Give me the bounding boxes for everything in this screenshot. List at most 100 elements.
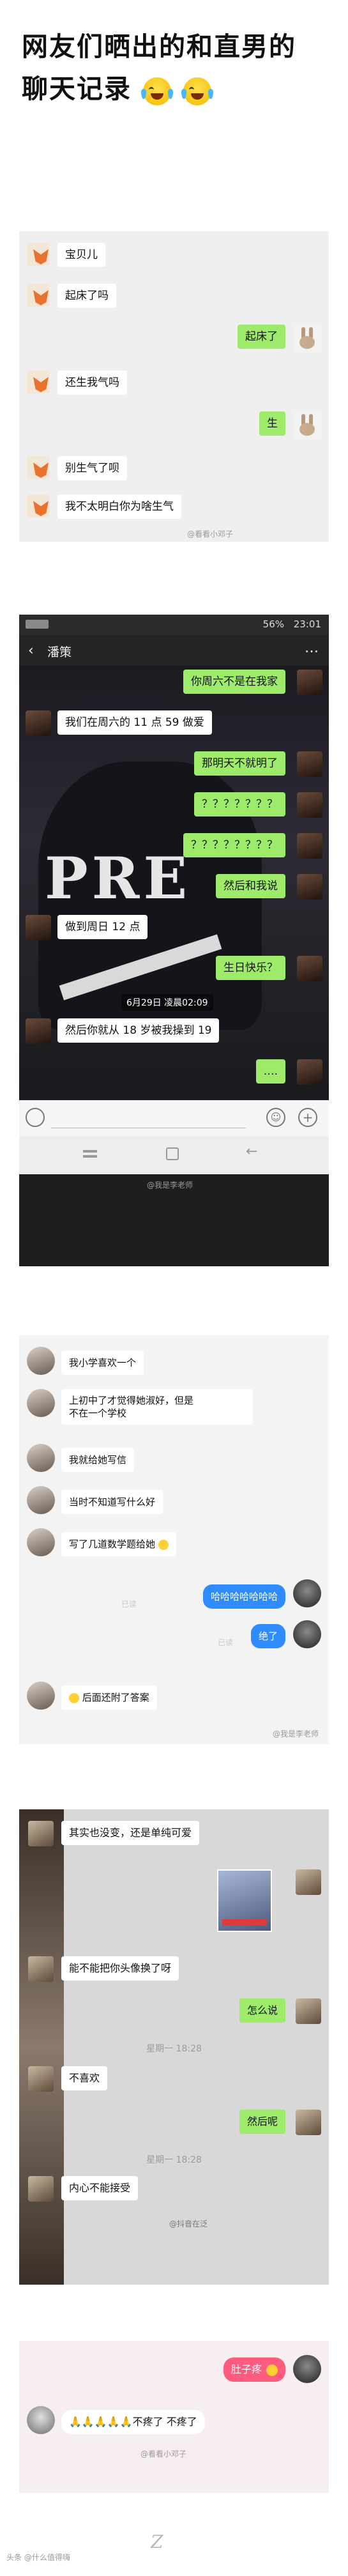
add-icon[interactable]: +: [298, 1108, 317, 1127]
message-bubble[interactable]: 你周六不是在我家: [183, 670, 285, 694]
message-bubble[interactable]: 然后你就从 18 岁被我操到 19: [57, 1018, 220, 1043]
message-bubble[interactable]: 做到周日 12 点: [57, 915, 148, 939]
avatar[interactable]: [296, 2110, 321, 2135]
avatar[interactable]: [297, 751, 322, 777]
avatar[interactable]: [28, 1956, 54, 1982]
headline: 网友们晒出的和直男的 聊天记录: [22, 26, 328, 110]
navigation-bar: ←: [19, 1136, 329, 1174]
avatar[interactable]: [27, 1444, 55, 1472]
emoji-icon[interactable]: ☺: [266, 1108, 285, 1127]
avatar[interactable]: [28, 1821, 54, 1846]
avatar[interactable]: [27, 1682, 55, 1710]
message-text: 写了几道数学题给她: [69, 1538, 156, 1550]
avatar[interactable]: [27, 1389, 55, 1417]
avatar[interactable]: [26, 1018, 51, 1044]
avatar[interactable]: [296, 1869, 321, 1895]
sad-emoji-icon: [266, 2364, 278, 2376]
watermark: @看看小邓子: [186, 530, 233, 539]
avatar[interactable]: [27, 1486, 55, 1514]
avatar[interactable]: [27, 371, 50, 394]
avatar[interactable]: [297, 874, 322, 900]
time-label: 星期一 18:28: [146, 2155, 202, 2165]
avatar[interactable]: [297, 833, 322, 859]
message-bubble[interactable]: 写了几道数学题给她: [61, 1532, 176, 1556]
message-bubble[interactable]: 后面还附了答案: [61, 1685, 157, 1710]
avatar[interactable]: [28, 2066, 54, 2092]
read-label: 已读: [217, 1638, 233, 1647]
message-bubble[interactable]: 生日快乐？: [216, 956, 285, 980]
avatar[interactable]: [293, 411, 321, 440]
back-nav-icon[interactable]: ←: [246, 1144, 257, 1160]
message-bubble[interactable]: 能不能把你头像换了呀: [61, 1956, 179, 1981]
message-bubble[interactable]: 绝了: [250, 1624, 285, 1648]
message-bubble[interactable]: 我们在周六的 11 点 59 做爱: [57, 710, 212, 735]
chat-panel-3: 我小学喜欢一个 上初中了才觉得她淑好，但是 不在一个学校 我就给她写信 当时不知…: [19, 1335, 329, 1744]
home-nav-icon[interactable]: [166, 1147, 179, 1160]
message-bubble[interactable]: 别生气了呗: [57, 456, 127, 480]
message-bubble[interactable]: 然后和我说: [216, 874, 285, 898]
message-bubble[interactable]: 我不太明白你为啥生气: [57, 494, 181, 519]
avatar[interactable]: [297, 670, 322, 695]
watermark: @抖音在泛: [169, 2220, 208, 2228]
avatar[interactable]: [26, 915, 51, 940]
message-bubble[interactable]: 还生我气吗: [57, 371, 127, 395]
message-text: 后面还附了答案: [82, 1692, 149, 1703]
avatar[interactable]: [27, 494, 50, 518]
avatar[interactable]: [293, 325, 321, 353]
message-bubble[interactable]: 其实也没变，还是单纯可爱: [61, 1821, 200, 1845]
timestamp: 6月29日 凌晨02:09: [121, 994, 213, 1011]
message-bubble[interactable]: 那明天不就明了: [194, 751, 285, 776]
status-bar: 56% 23:01: [19, 615, 329, 635]
signal-icon: [26, 620, 49, 629]
voice-icon[interactable]: [26, 1108, 45, 1127]
avatar[interactable]: [27, 1528, 55, 1556]
watermark: @我是李老师: [272, 1729, 319, 1738]
avatar[interactable]: [293, 2355, 321, 2383]
avatar[interactable]: [297, 792, 322, 818]
message-bubble[interactable]: 哈哈哈哈哈哈哈: [202, 1584, 285, 1609]
message-bubble[interactable]: 怎么说: [239, 1998, 285, 2023]
message-bubble[interactable]: ？？？？？？？: [194, 792, 285, 816]
menu-nav-icon[interactable]: [83, 1150, 97, 1153]
smile-emoji-icon: [69, 1692, 79, 1703]
shared-photo[interactable]: [217, 1869, 272, 1932]
wallpaper-lettering: PRE: [45, 845, 192, 912]
avatar[interactable]: [27, 243, 50, 266]
watermark: @看看小邓子: [140, 2450, 187, 2458]
avatar[interactable]: [27, 1347, 55, 1375]
message-bubble[interactable]: 我就给她写信: [61, 1448, 135, 1472]
message-bubble[interactable]: 内心不能接受: [61, 2176, 139, 2200]
chat-panel-4: 其实也没变，还是单纯可爱 能不能把你头像换了呀 怎么说 星期一 18:28 不喜…: [19, 1809, 329, 2285]
message-bubble[interactable]: ？？？？？？？？: [183, 833, 285, 857]
more-icon[interactable]: …: [305, 640, 319, 656]
battery-level: 56%: [262, 618, 284, 630]
message-bubble[interactable]: 然后呢: [239, 2110, 285, 2134]
avatar[interactable]: [297, 956, 322, 981]
avatar[interactable]: [28, 2176, 54, 2202]
chat-panel-2: 56% 23:01 ‹ 潘策 … PRE 你周六不是在我家 我们在周六的 11 …: [19, 615, 329, 1266]
watermark: 头条 @什么值得嗨: [6, 2553, 70, 2562]
avatar[interactable]: [27, 456, 50, 479]
avatar[interactable]: [296, 1998, 321, 2024]
message-bubble[interactable]: 宝贝儿: [57, 243, 105, 267]
back-arrow-icon[interactable]: ‹: [28, 643, 34, 659]
message-bubble-multiline[interactable]: 上初中了才觉得她淑好，但是 不在一个学校: [61, 1389, 253, 1425]
message-bubble[interactable]: ….: [255, 1059, 285, 1084]
message-bubble[interactable]: 我小学喜欢一个: [61, 1351, 144, 1375]
watermark: @我是李老师: [147, 1181, 193, 1190]
avatar[interactable]: [293, 1579, 321, 1607]
avatar[interactable]: [27, 2406, 55, 2434]
message-bubble[interactable]: 起床了吗: [57, 284, 116, 308]
message-bubble[interactable]: 起床了: [238, 325, 285, 349]
message-bubble[interactable]: 生: [259, 411, 285, 436]
message-input[interactable]: [51, 1107, 246, 1128]
message-bubble[interactable]: 肚子疼: [223, 2358, 285, 2382]
avatar[interactable]: [27, 284, 50, 307]
avatar[interactable]: [297, 1059, 322, 1085]
message-bubble[interactable]: 🙏🙏🙏🙏🙏不疼了 不疼了: [61, 2410, 205, 2434]
input-bar: ☺ +: [19, 1100, 329, 1136]
avatar[interactable]: [26, 710, 51, 736]
avatar[interactable]: [293, 1620, 321, 1648]
message-bubble[interactable]: 当时不知道写什么好: [61, 1490, 163, 1514]
message-bubble[interactable]: 不喜欢: [61, 2066, 108, 2090]
